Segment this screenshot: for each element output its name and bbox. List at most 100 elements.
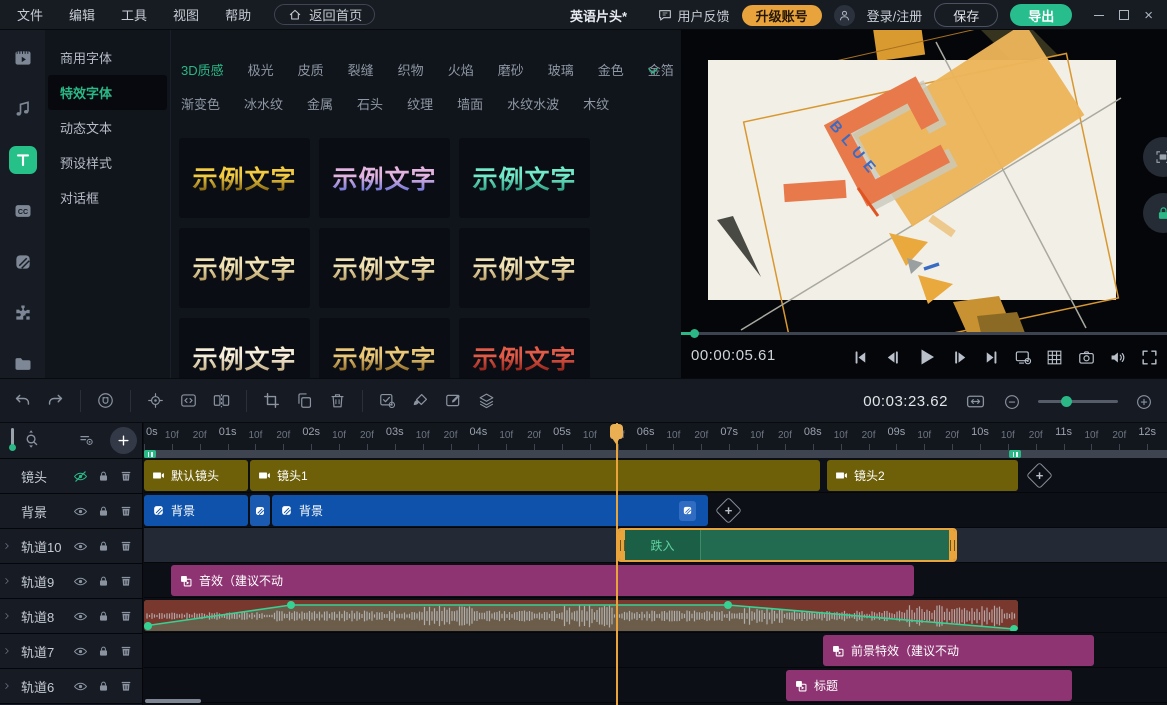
work-area-bar[interactable]: [144, 450, 1167, 458]
display-settings-button[interactable]: [1014, 348, 1033, 367]
text-style-thumbnail[interactable]: 示例文字: [319, 228, 450, 308]
login-button[interactable]: 登录/注册: [867, 6, 923, 25]
eye-icon[interactable]: [73, 574, 88, 589]
tag-filter[interactable]: 磨砂: [498, 60, 524, 79]
transition-icon[interactable]: [679, 501, 696, 521]
keyframe-target-button[interactable]: [139, 384, 172, 417]
timeline-zoom-slider[interactable]: [1038, 400, 1118, 403]
add-track-button[interactable]: [110, 427, 137, 454]
speaker-button[interactable]: [1108, 348, 1127, 367]
lock-icon[interactable]: [97, 505, 110, 518]
transition-panel-button[interactable]: [9, 248, 37, 276]
maximize-button[interactable]: [1119, 10, 1129, 20]
tag-filter[interactable]: 纹理: [407, 94, 433, 113]
clip[interactable]: 背景: [272, 495, 708, 526]
duplicate-button[interactable]: [288, 384, 321, 417]
eye-icon[interactable]: [73, 644, 88, 659]
sidebar-item[interactable]: 动态文本: [48, 110, 167, 145]
redo-button[interactable]: [39, 384, 72, 417]
chevron-right-icon[interactable]: [2, 646, 15, 656]
chevron-right-icon[interactable]: [2, 611, 15, 621]
clip[interactable]: 镜头1: [250, 460, 820, 491]
loop-marker[interactable]: [1009, 450, 1021, 458]
tag-filter[interactable]: 墙面: [457, 94, 483, 113]
undo-button[interactable]: [6, 384, 39, 417]
edit-button[interactable]: [437, 384, 470, 417]
clip[interactable]: 前景特效（建议不动: [823, 635, 1094, 666]
skip-start-button[interactable]: [851, 348, 870, 367]
lock-icon[interactable]: [97, 575, 110, 588]
trash-icon[interactable]: [119, 574, 133, 588]
horizontal-scrollbar-thumb[interactable]: [145, 699, 201, 703]
trash-icon[interactable]: [119, 539, 133, 553]
playhead-line[interactable]: [616, 423, 618, 705]
eye-icon[interactable]: [73, 539, 88, 554]
timeline-search-zoom-icon[interactable]: [21, 428, 43, 450]
clip[interactable]: 背景: [144, 495, 248, 526]
eye-icon[interactable]: [73, 504, 88, 519]
clip[interactable]: 标题: [786, 670, 1072, 701]
track-list-visibility-icon[interactable]: [78, 431, 96, 449]
selected-clip[interactable]: 跌入: [617, 528, 957, 562]
media-panel-button[interactable]: [9, 44, 37, 72]
loop-marker[interactable]: [144, 450, 156, 458]
export-button[interactable]: 导出: [1010, 4, 1072, 26]
split-button[interactable]: [205, 384, 238, 417]
lock-icon[interactable]: [97, 610, 110, 623]
upgrade-account-button[interactable]: 升级账号: [742, 5, 822, 26]
save-button[interactable]: 保存: [934, 3, 998, 27]
trim-handle-right[interactable]: [949, 530, 955, 560]
add-clip-button[interactable]: +: [715, 497, 742, 524]
transition-chip[interactable]: [250, 495, 270, 526]
trash-icon[interactable]: [119, 469, 133, 483]
text-style-thumbnail[interactable]: 示例文字: [319, 318, 450, 378]
playback-progress-bar[interactable]: [681, 332, 1167, 335]
trash-icon[interactable]: [119, 609, 133, 623]
add-clip-button[interactable]: +: [1026, 462, 1053, 489]
chevron-down-icon[interactable]: [645, 63, 661, 79]
sidebar-item[interactable]: 预设样式: [48, 145, 167, 180]
time-ruler[interactable]: 0s10f20f01s10f20f02s10f20f03s10f20f04s10…: [144, 423, 1167, 450]
play-button[interactable]: [914, 345, 938, 369]
text-style-thumbnail[interactable]: 示例文字: [179, 228, 310, 308]
tag-filter[interactable]: 玻璃: [548, 60, 574, 79]
render-check-button[interactable]: [371, 384, 404, 417]
brush-button[interactable]: [404, 384, 437, 417]
track-height-slider[interactable]: [11, 428, 14, 447]
menubar-item[interactable]: 视图: [160, 5, 212, 24]
text-style-thumbnail[interactable]: 示例文字: [179, 318, 310, 378]
zoom-out-button[interactable]: [1003, 393, 1021, 411]
sidebar-item[interactable]: 对话框: [48, 180, 167, 215]
sidebar-item[interactable]: 特效字体: [48, 75, 167, 110]
text-panel-button[interactable]: [9, 146, 37, 174]
eye-icon[interactable]: [73, 609, 88, 624]
clip[interactable]: 默认镜头: [144, 460, 248, 491]
zoom-in-button[interactable]: [1135, 393, 1153, 411]
tag-filter[interactable]: 裂缝: [348, 60, 374, 79]
layers-button[interactable]: [470, 384, 503, 417]
menubar-item[interactable]: 编辑: [56, 5, 108, 24]
trash-icon[interactable]: [119, 504, 133, 518]
prev-frame-button[interactable]: [883, 348, 902, 367]
chevron-right-icon[interactable]: [2, 681, 15, 691]
tag-filter[interactable]: 渐变色: [181, 94, 220, 113]
fullscreen-button[interactable]: [1140, 348, 1159, 367]
trash-icon[interactable]: [119, 679, 133, 693]
text-style-thumbnail[interactable]: 示例文字: [459, 318, 590, 378]
text-style-thumbnail[interactable]: 示例文字: [319, 138, 450, 218]
text-style-thumbnail[interactable]: 示例文字: [459, 138, 590, 218]
skip-end-button[interactable]: [982, 348, 1001, 367]
sidebar-item[interactable]: 商用字体: [48, 40, 167, 75]
text-style-thumbnail[interactable]: 示例文字: [179, 138, 310, 218]
tag-filter[interactable]: 极光: [248, 60, 274, 79]
delete-button[interactable]: [321, 384, 354, 417]
tag-filter[interactable]: 冰水纹: [244, 94, 283, 113]
tag-filter[interactable]: 金色: [598, 60, 624, 79]
effects-panel-button[interactable]: [9, 299, 37, 327]
crop-button[interactable]: [255, 384, 288, 417]
trash-icon[interactable]: [119, 644, 133, 658]
clip[interactable]: 镜头2: [827, 460, 1018, 491]
tag-filter[interactable]: 3D质感: [181, 60, 224, 79]
music-panel-button[interactable]: [9, 95, 37, 123]
tag-filter[interactable]: 金属: [307, 94, 333, 113]
